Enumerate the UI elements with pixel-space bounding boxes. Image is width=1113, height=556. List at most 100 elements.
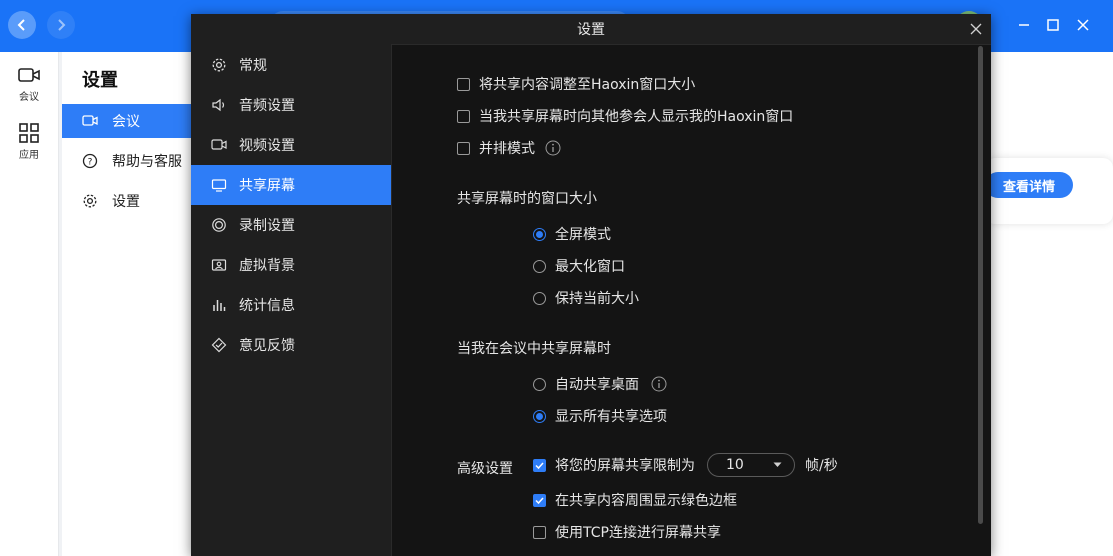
info-icon[interactable] [545, 140, 561, 156]
maximize-icon [1047, 19, 1059, 31]
fps-select[interactable]: 10 [707, 453, 795, 477]
monitor-icon [211, 179, 227, 192]
dialog-nav-label: 统计信息 [239, 298, 295, 314]
option-label: 将共享内容调整至Haoxin窗口大小 [479, 77, 696, 93]
radio-auto-share-desktop[interactable]: 自动共享桌面 [533, 374, 667, 394]
option-label: 将您的屏幕共享限制为 [555, 458, 695, 474]
minimize-button[interactable] [1014, 15, 1034, 35]
left-rail: 会议 应用 [0, 52, 59, 556]
dialog-nav-label: 录制设置 [239, 218, 295, 234]
dialog-sidebar: 常规 音频设置 视频设置 共享屏幕 录制设置 虚拟背景 统计信息 意见反馈 [191, 44, 392, 556]
dialog-nav-audio[interactable]: 音频设置 [191, 85, 391, 125]
radio-label: 显示所有共享选项 [555, 409, 667, 425]
page-title: 设置 [82, 70, 118, 91]
bg-nav-label: 设置 [112, 194, 140, 210]
radio[interactable] [533, 291, 546, 305]
bg-nav-settings[interactable]: 设置 [62, 184, 202, 218]
option-label: 使用TCP连接进行屏幕共享 [555, 525, 721, 541]
checkbox[interactable] [533, 458, 546, 472]
help-circle-icon: ? [82, 153, 98, 169]
option-green-border[interactable]: 在共享内容周围显示绿色边框 [533, 490, 737, 510]
settings-dialog: 设置 常规 音频设置 视频设置 共享屏幕 录制设置 虚拟背景 统计信息 意见反馈… [191, 14, 991, 556]
portrait-icon [211, 259, 227, 271]
checkbox[interactable] [533, 493, 546, 507]
close-icon [970, 23, 982, 35]
bg-nav-label: 帮助与客服 [112, 154, 182, 170]
option-fit-window[interactable]: 将共享内容调整至Haoxin窗口大小 [457, 74, 695, 94]
option-label: 当我共享屏幕时向其他参会人显示我的Haoxin窗口 [479, 109, 794, 125]
dialog-nav-video[interactable]: 视频设置 [191, 125, 391, 165]
radio[interactable] [533, 227, 546, 241]
radio[interactable] [533, 377, 546, 391]
video-camera-icon [82, 115, 98, 126]
feedback-icon [211, 337, 227, 353]
radio-keep-size[interactable]: 保持当前大小 [533, 288, 639, 308]
back-button[interactable] [8, 11, 36, 39]
apps-grid-icon [19, 123, 39, 143]
rail-label: 会议 [19, 92, 39, 103]
close-icon [1077, 19, 1089, 31]
dialog-nav-label: 共享屏幕 [239, 178, 295, 194]
dialog-nav-recording[interactable]: 录制设置 [191, 205, 391, 245]
advanced-heading: 高级设置 [457, 461, 513, 477]
dialog-nav-feedback[interactable]: 意见反馈 [191, 325, 391, 365]
rail-item-apps[interactable]: 应用 [0, 122, 58, 161]
dialog-nav-virtual-background[interactable]: 虚拟背景 [191, 245, 391, 285]
option-label: 并排模式 [479, 141, 535, 157]
chevron-right-icon [58, 19, 66, 31]
option-label: 在共享内容周围显示绿色边框 [555, 493, 737, 509]
rail-label: 应用 [19, 150, 39, 161]
radio-label: 自动共享桌面 [555, 377, 639, 393]
option-tcp[interactable]: 使用TCP连接进行屏幕共享 [533, 522, 721, 542]
dialog-nav-label: 音频设置 [239, 98, 295, 114]
radio-label: 全屏模式 [555, 227, 611, 243]
dialog-title-bar[interactable]: 设置 [191, 14, 991, 45]
dialog-nav-label: 常规 [239, 58, 267, 74]
dialog-nav-general[interactable]: 常规 [191, 45, 391, 85]
svg-text:?: ? [88, 158, 93, 168]
dialog-nav-statistics[interactable]: 统计信息 [191, 285, 391, 325]
video-camera-icon [18, 68, 40, 82]
scrollbar[interactable] [978, 46, 983, 524]
view-details-button[interactable]: 查看详情 [985, 172, 1073, 198]
radio-fullscreen[interactable]: 全屏模式 [533, 224, 611, 244]
bg-nav-label: 会议 [112, 114, 140, 130]
checkbox[interactable] [457, 141, 470, 155]
dialog-close-button[interactable] [967, 20, 985, 38]
radio[interactable] [533, 259, 546, 273]
chevron-left-icon [17, 19, 25, 31]
speaker-icon [212, 98, 225, 112]
radio[interactable] [533, 409, 546, 423]
rail-item-meeting[interactable]: 会议 [0, 66, 58, 103]
dialog-nav-label: 虚拟背景 [239, 258, 295, 274]
dialog-nav-label: 意见反馈 [239, 338, 295, 354]
dialog-nav-share-screen[interactable]: 共享屏幕 [191, 165, 391, 205]
checkbox[interactable] [457, 109, 470, 123]
caret-down-icon [773, 462, 782, 467]
checkbox[interactable] [457, 77, 470, 91]
radio-show-all-options[interactable]: 显示所有共享选项 [533, 406, 667, 426]
dialog-nav-label: 视频设置 [239, 138, 295, 154]
option-side-by-side[interactable]: 并排模式 [457, 138, 561, 158]
gear-icon [212, 58, 226, 72]
option-show-window[interactable]: 当我共享屏幕时向其他参会人显示我的Haoxin窗口 [457, 106, 793, 126]
bg-nav-meeting[interactable]: 会议 [62, 104, 202, 138]
share-screen-settings: 将共享内容调整至Haoxin窗口大小 当我共享屏幕时向其他参会人显示我的Haox… [392, 44, 982, 556]
radio-maximize[interactable]: 最大化窗口 [533, 256, 625, 276]
close-window-button[interactable] [1073, 15, 1093, 35]
record-icon [212, 218, 226, 232]
gear-icon [83, 194, 97, 208]
checkmark-icon [535, 461, 544, 469]
minimize-icon [1019, 24, 1029, 26]
info-icon[interactable] [651, 376, 667, 392]
option-limit-fps[interactable]: 将您的屏幕共享限制为 10 帧/秒 [533, 453, 838, 477]
checkbox[interactable] [533, 525, 546, 539]
forward-button[interactable] [47, 11, 75, 39]
radio-label: 最大化窗口 [555, 259, 625, 275]
bg-nav-help[interactable]: ? 帮助与客服 [62, 144, 202, 178]
maximize-button[interactable] [1043, 15, 1063, 35]
bar-chart-icon [213, 300, 226, 311]
radio-label: 保持当前大小 [555, 291, 639, 307]
when-sharing-heading: 当我在会议中共享屏幕时 [457, 341, 611, 357]
fps-value: 10 [726, 457, 744, 473]
